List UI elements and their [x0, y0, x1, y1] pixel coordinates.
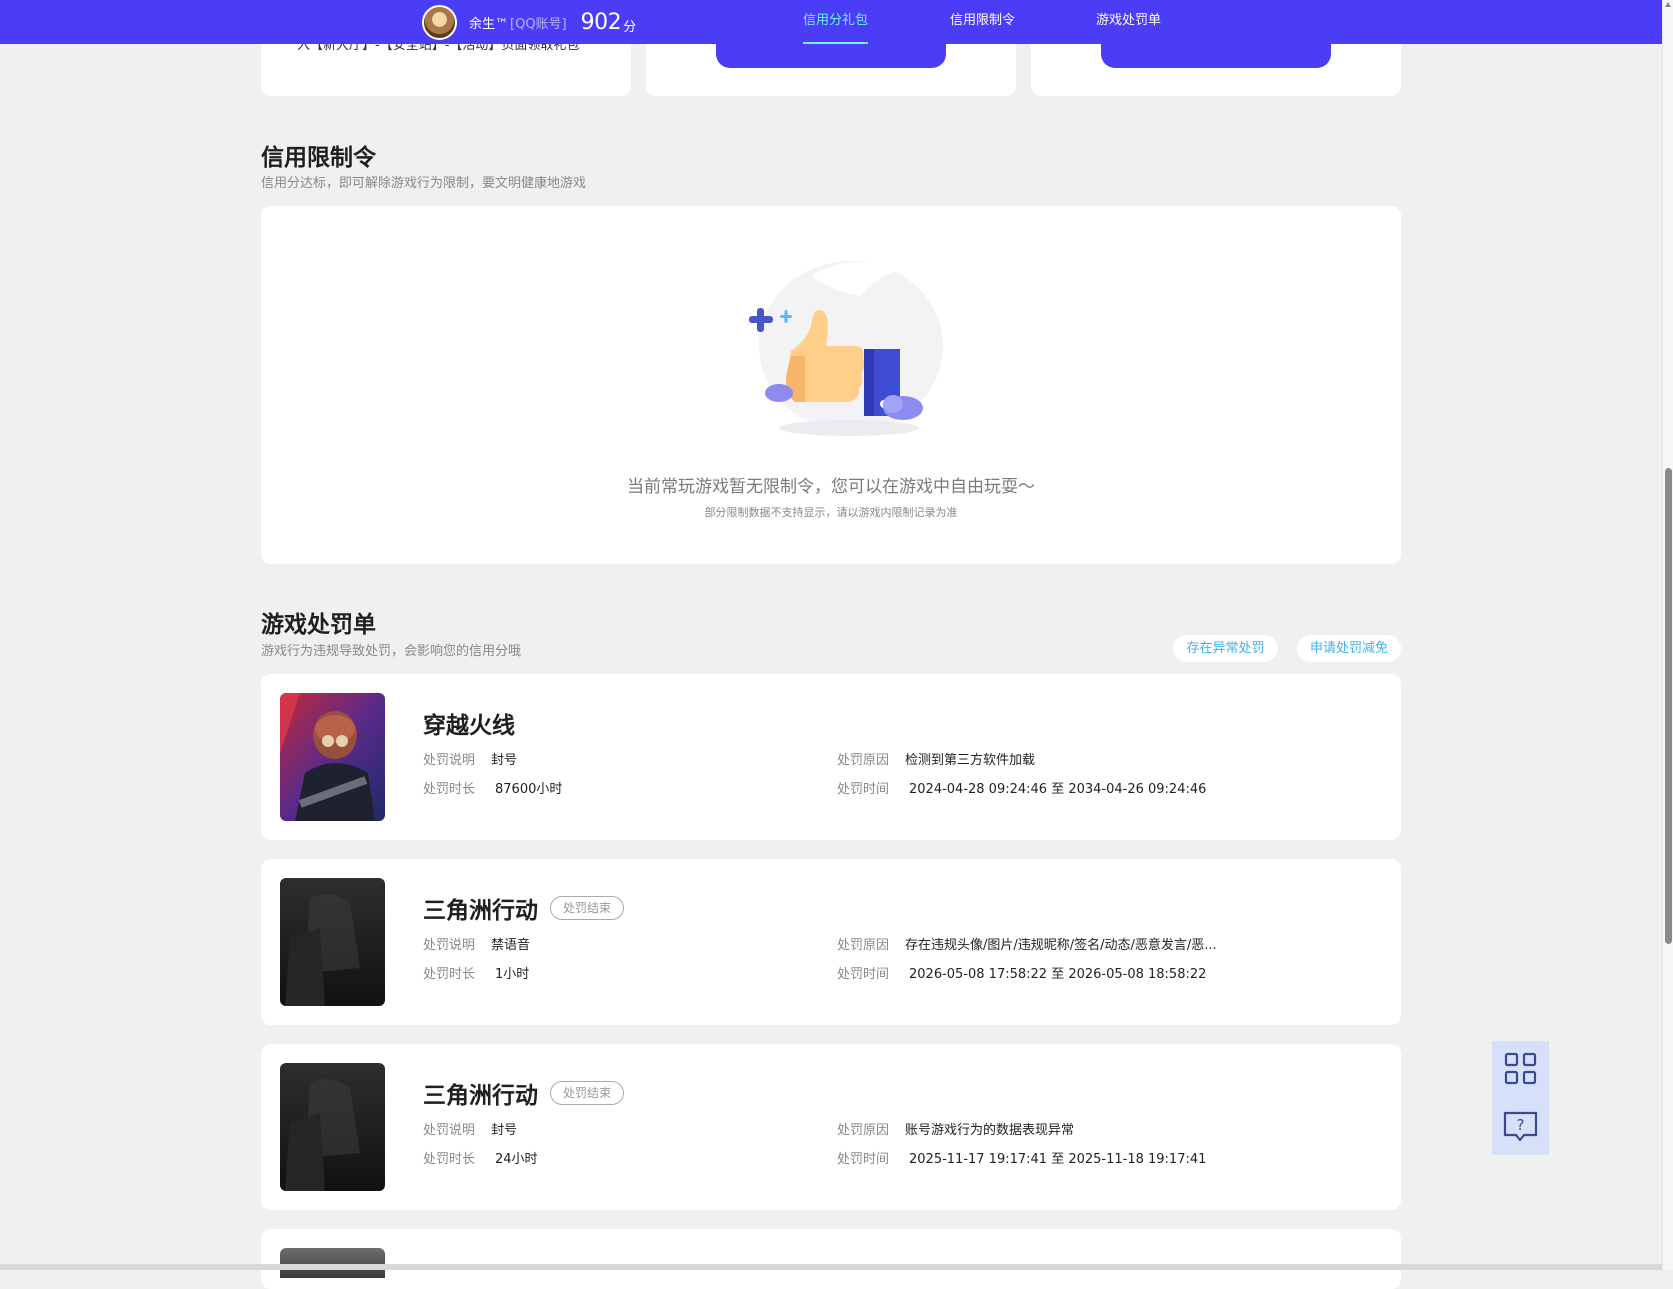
label-time: 处罚时间	[837, 782, 890, 797]
game-cover-delta-force	[280, 878, 385, 1006]
game-name: 三角洲行动	[423, 1083, 538, 1109]
penalty-card[interactable]: 三角洲行动 处罚结束 处罚说明 封号 处罚时长 24小时 处罚原因 账号游戏行为…	[261, 1044, 1401, 1210]
penalty-card[interactable]: 穿越火线 处罚说明 封号 处罚时长 87600小时 处罚原因 检测到第三方软件加…	[261, 674, 1401, 840]
penalty-duration: 1小时	[495, 967, 530, 982]
top-bar: 余生™ [QQ账号] 902 分 信用分礼包 信用限制令 游戏处罚单	[0, 0, 1662, 44]
section-subtitle-penalty: 游戏行为违规导致处罚，会影响您的信用分哦	[261, 644, 522, 659]
tab-restriction[interactable]: 信用限制令	[950, 0, 1015, 44]
label-desc: 处罚说明	[423, 1123, 476, 1138]
label-time: 处罚时间	[837, 1152, 890, 1167]
label-desc: 处罚说明	[423, 938, 476, 953]
label-duration: 处罚时长	[423, 782, 476, 797]
penalty-duration: 87600小时	[495, 782, 563, 797]
label-desc: 处罚说明	[423, 753, 476, 768]
penalty-time: 2024-04-28 09:24:46 至 2034-04-26 09:24:4…	[909, 782, 1207, 797]
section-title-restriction: 信用限制令	[261, 145, 376, 171]
label-reason: 处罚原因	[837, 753, 890, 768]
thumbs-up-illustration	[749, 261, 943, 436]
tab-penalty[interactable]: 游戏处罚单	[1096, 0, 1161, 44]
game-cover	[280, 1248, 385, 1278]
penalty-desc: 禁语音	[491, 938, 531, 953]
scrollbar-thumb[interactable]	[1665, 468, 1672, 944]
qr-code-icon	[1504, 1052, 1537, 1085]
game-name: 穿越火线	[423, 713, 515, 739]
label-duration: 处罚时长	[423, 967, 476, 982]
empty-state-message: 当前常玩游戏暂无限制令，您可以在游戏中自由玩耍～	[627, 477, 1035, 497]
credit-score: 902	[580, 9, 622, 35]
account-type: [QQ账号]	[510, 16, 567, 32]
game-cover-crossfire	[280, 693, 385, 821]
penalty-reason: 账号游戏行为的数据表现异常	[905, 1123, 1075, 1138]
svg-text:?: ?	[1517, 1116, 1525, 1134]
penalty-time: 2026-05-08 17:58:22 至 2026-05-08 18:58:2…	[909, 967, 1207, 982]
help-chat-icon: ?	[1503, 1111, 1538, 1142]
horizontal-scrollbar[interactable]	[0, 1264, 1662, 1270]
user-info: 余生™ [QQ账号] 902 分	[422, 0, 636, 44]
game-title: 三角洲行动 处罚结束	[423, 891, 625, 925]
claim-button[interactable]	[1101, 40, 1331, 68]
credit-score-unit: 分	[623, 19, 637, 35]
label-reason: 处罚原因	[837, 1123, 890, 1138]
penalty-card[interactable]	[261, 1229, 1401, 1289]
user-name: 余生™	[469, 16, 509, 32]
label-reason: 处罚原因	[837, 938, 890, 953]
game-name: 三角洲行动	[423, 898, 538, 924]
vertical-scrollbar[interactable]	[1662, 0, 1673, 1270]
scroll-up-arrow[interactable]	[1665, 2, 1671, 7]
tab-credit-gift[interactable]: 信用分礼包	[803, 0, 869, 44]
penalty-card[interactable]: 三角洲行动 处罚结束 处罚说明 禁语音 处罚时长 1小时 处罚原因 存在违规头像…	[261, 859, 1401, 1025]
help-feedback-button[interactable]: ?	[1492, 1098, 1549, 1155]
empty-state-note: 部分限制数据不支持显示，请以游戏内限制记录为准	[704, 506, 958, 519]
penalty-reason: 检测到第三方软件加载	[905, 753, 1036, 768]
penalty-desc: 封号	[491, 753, 518, 768]
penalty-desc: 封号	[491, 1123, 518, 1138]
avatar[interactable]	[422, 4, 457, 40]
status-badge: 处罚结束	[550, 1081, 625, 1105]
label-duration: 处罚时长	[423, 1152, 476, 1167]
restriction-empty-card: 当前常玩游戏暂无限制令，您可以在游戏中自由玩耍～ 部分限制数据不支持显示，请以游…	[261, 206, 1401, 564]
abnormal-penalty-button[interactable]: 存在异常处罚	[1173, 635, 1278, 662]
game-title: 三角洲行动 处罚结束	[423, 1076, 625, 1110]
claim-button[interactable]	[716, 40, 946, 68]
penalty-time: 2025-11-17 19:17:41 至 2025-11-18 19:17:4…	[909, 1152, 1207, 1167]
section-title-penalty: 游戏处罚单	[261, 612, 376, 638]
appeal-reduction-button[interactable]: 申请处罚减免	[1297, 635, 1401, 662]
game-cover-delta-force	[280, 1063, 385, 1191]
game-title: 穿越火线	[423, 706, 515, 740]
status-badge: 处罚结束	[550, 896, 625, 920]
section-subtitle-restriction: 信用分达标，即可解除游戏行为限制，要文明健康地游戏	[261, 176, 587, 191]
penalty-reason: 存在违规头像/图片/违规昵称/签名/动态/恶意发言/恶...	[905, 938, 1217, 953]
label-time: 处罚时间	[837, 967, 890, 982]
qr-code-button[interactable]	[1492, 1041, 1549, 1098]
penalty-duration: 24小时	[495, 1152, 538, 1167]
